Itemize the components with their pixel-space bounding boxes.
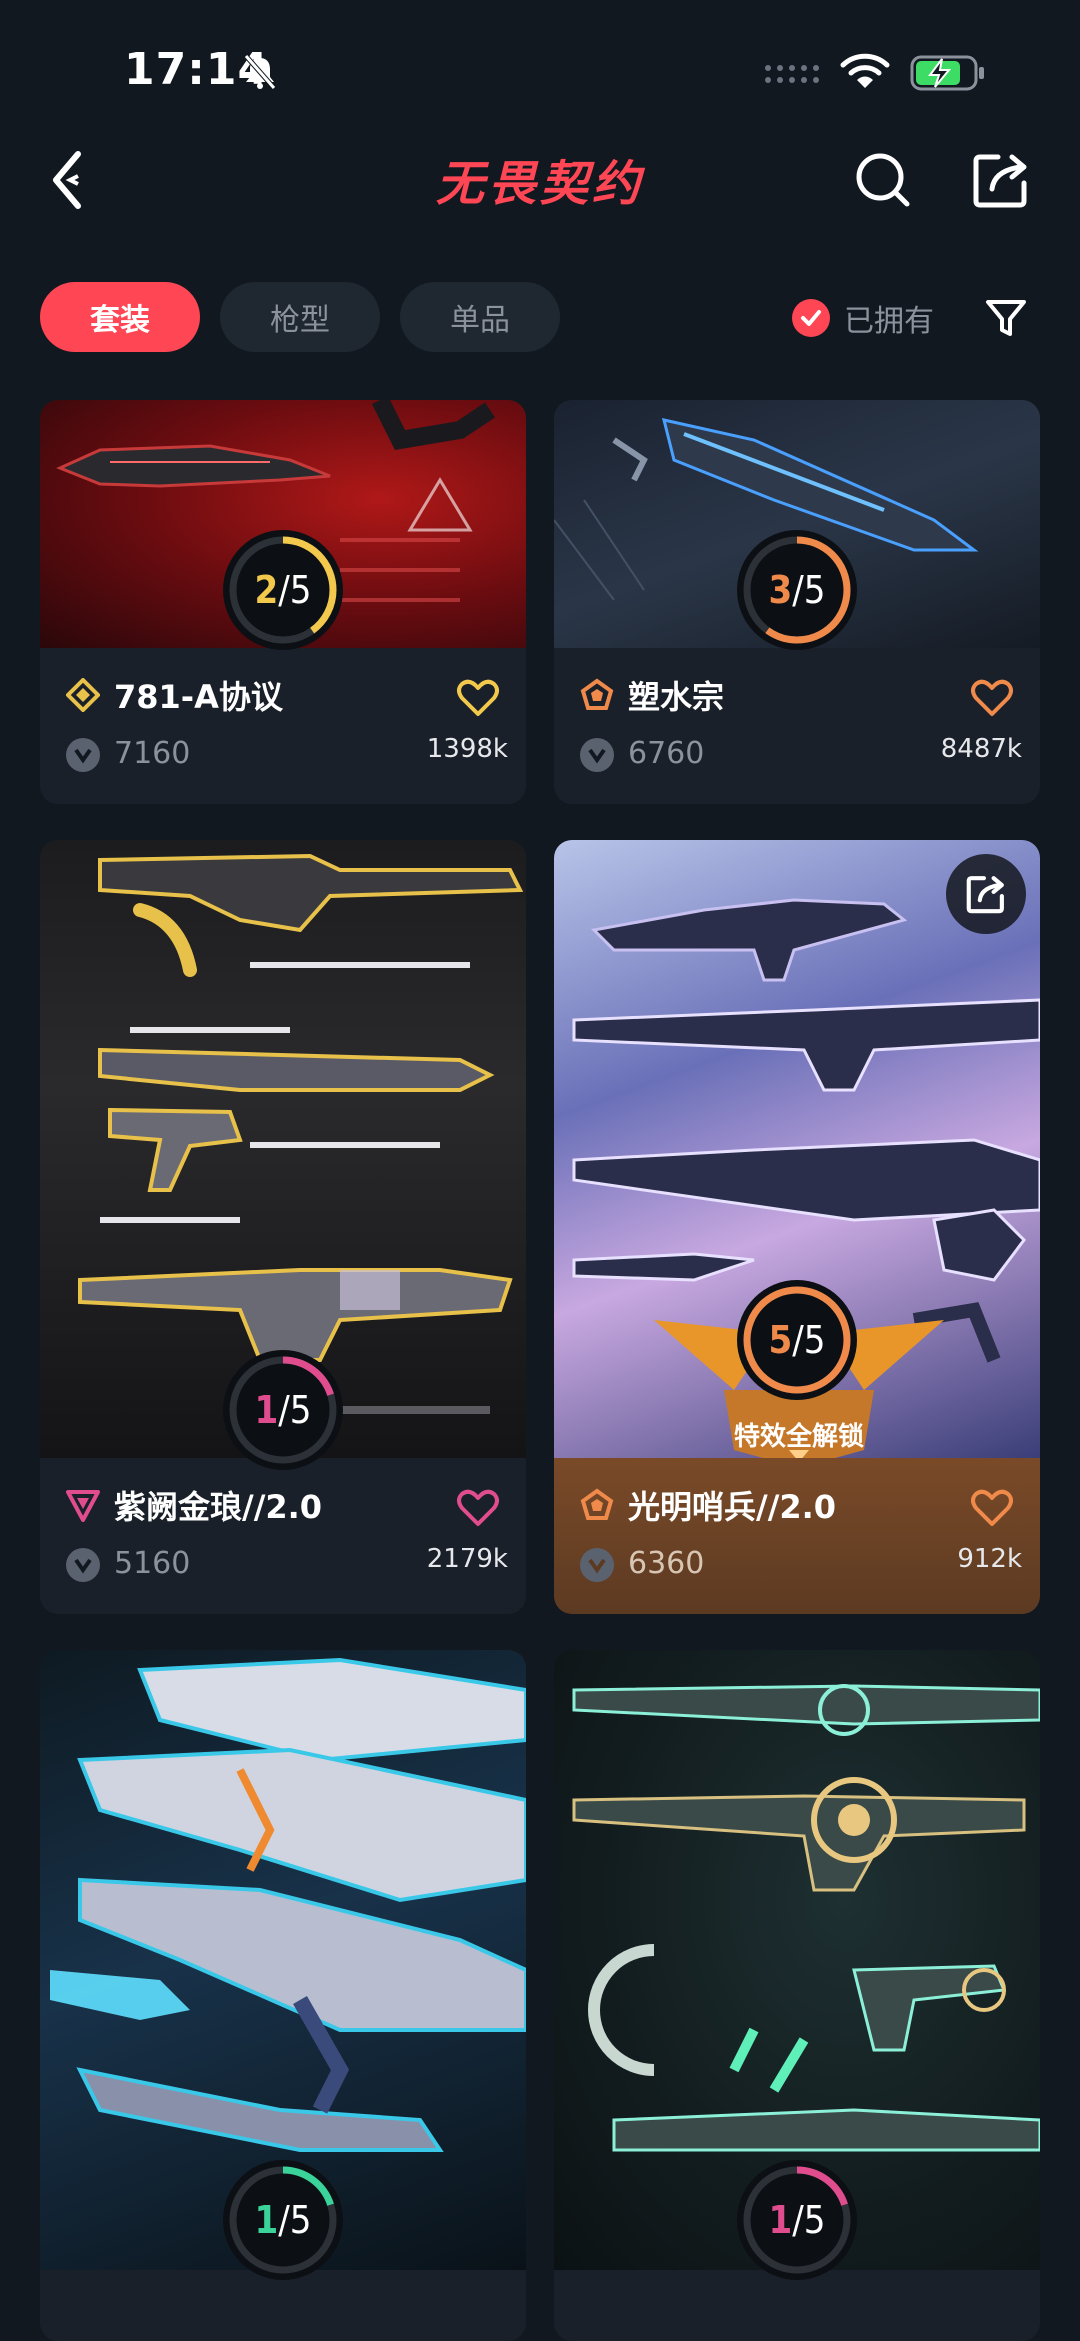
- bundle-info: 紫阙金琅//2.0 5160 2179k: [40, 1458, 526, 1614]
- status-bar: 17:14: [0, 0, 1080, 140]
- bundle-name: 塑水宗: [628, 678, 725, 716]
- owned-filter-toggle[interactable]: 已拥有: [792, 292, 934, 344]
- valorant-points-icon: [580, 738, 614, 772]
- collection-progress: 1/5: [737, 2160, 857, 2280]
- progress-total: 5: [289, 1388, 312, 1432]
- tier-icon: [580, 1488, 614, 1520]
- progress-owned: 1: [768, 2198, 793, 2242]
- progress-owned: 1: [254, 1388, 279, 1432]
- heart-icon[interactable]: [970, 678, 1014, 718]
- bundle-info: 光明哨兵//2.0 6360 912k: [554, 1458, 1040, 1614]
- bundle-card[interactable]: 1/5: [40, 1650, 526, 2341]
- collection-progress: 2/5: [223, 530, 343, 650]
- share-icon: [973, 154, 1027, 208]
- progress-total: 5: [803, 568, 826, 612]
- tier-icon: [66, 678, 100, 712]
- like-count: 2179k: [426, 1544, 508, 1574]
- owned-label: 已拥有: [844, 304, 934, 339]
- progress-total: 5: [289, 2198, 312, 2242]
- collection-progress: 5/5: [737, 1280, 857, 1400]
- bundle-info: 781-A协议 7160 1398k: [40, 648, 526, 804]
- like-count: 1398k: [426, 734, 508, 764]
- app-header: 无畏契约: [0, 130, 1080, 240]
- heart-icon[interactable]: [456, 678, 500, 718]
- like-count: 912k: [957, 1544, 1022, 1574]
- progress-owned: 5: [768, 1318, 793, 1362]
- search-button[interactable]: [848, 140, 918, 220]
- share-button[interactable]: [966, 140, 1036, 220]
- share-button[interactable]: [946, 854, 1026, 934]
- bundle-name: 781-A协议: [114, 678, 283, 716]
- heart-icon[interactable]: [970, 1488, 1014, 1528]
- collection-progress: 3/5: [737, 530, 857, 650]
- bundle-card[interactable]: 2/5 781-A协议 7160 1398k: [40, 400, 526, 804]
- bundle-name: 光明哨兵//2.0: [628, 1488, 837, 1526]
- progress-owned: 3: [768, 568, 793, 612]
- filter-button[interactable]: [978, 290, 1034, 346]
- bundle-price: 6760: [628, 736, 705, 771]
- progress-total: 5: [289, 568, 312, 612]
- valorant-points-icon: [580, 1548, 614, 1582]
- signal-icon: [765, 65, 819, 83]
- progress-owned: 2: [254, 568, 279, 612]
- valorant-points-icon: [66, 738, 100, 772]
- collection-progress: 1/5: [223, 1350, 343, 1470]
- heart-icon[interactable]: [456, 1488, 500, 1528]
- bundle-card[interactable]: 1/5 紫阙金琅//2.0 5160 2179k: [40, 840, 526, 1614]
- bundle-price: 5160: [114, 1546, 191, 1581]
- tab-single-item[interactable]: 单品: [400, 282, 560, 352]
- search-icon: [856, 153, 910, 207]
- badge-label: 特效全解锁: [733, 1422, 864, 1452]
- progress-owned: 1: [254, 2198, 279, 2242]
- bundle-price: 7160: [114, 736, 191, 771]
- progress-total: 5: [803, 2198, 826, 2242]
- share-icon: [966, 876, 1004, 914]
- tier-icon: [580, 678, 614, 710]
- like-count: 8487k: [940, 734, 1022, 764]
- wifi-icon: [840, 53, 890, 88]
- progress-total: 5: [803, 1318, 826, 1362]
- bundle-card[interactable]: 特效全解锁 5/5 光明哨兵//2.0 6360 912k: [554, 840, 1040, 1614]
- battery-icon: [910, 55, 984, 91]
- page-title: 无畏契约: [435, 156, 644, 212]
- collection-progress: 1/5: [223, 2160, 343, 2280]
- bundle-card[interactable]: 1/5: [554, 1650, 1040, 2341]
- funnel-icon: [986, 300, 1026, 336]
- bundle-info: 塑水宗 6760 8487k: [554, 648, 1040, 804]
- tab-weapon-type[interactable]: 枪型: [220, 282, 380, 352]
- mute-icon: [244, 54, 276, 90]
- bundle-card[interactable]: 3/5 塑水宗 6760 8487k: [554, 400, 1040, 804]
- tier-icon: [66, 1490, 100, 1522]
- bundle-price: 6360: [628, 1546, 705, 1581]
- check-icon: [792, 299, 830, 337]
- category-tabs: 套装 枪型 单品: [40, 282, 560, 352]
- bundle-name: 紫阙金琅//2.0: [114, 1488, 323, 1526]
- valorant-points-icon: [66, 1548, 100, 1582]
- tab-bundles[interactable]: 套装: [40, 282, 200, 352]
